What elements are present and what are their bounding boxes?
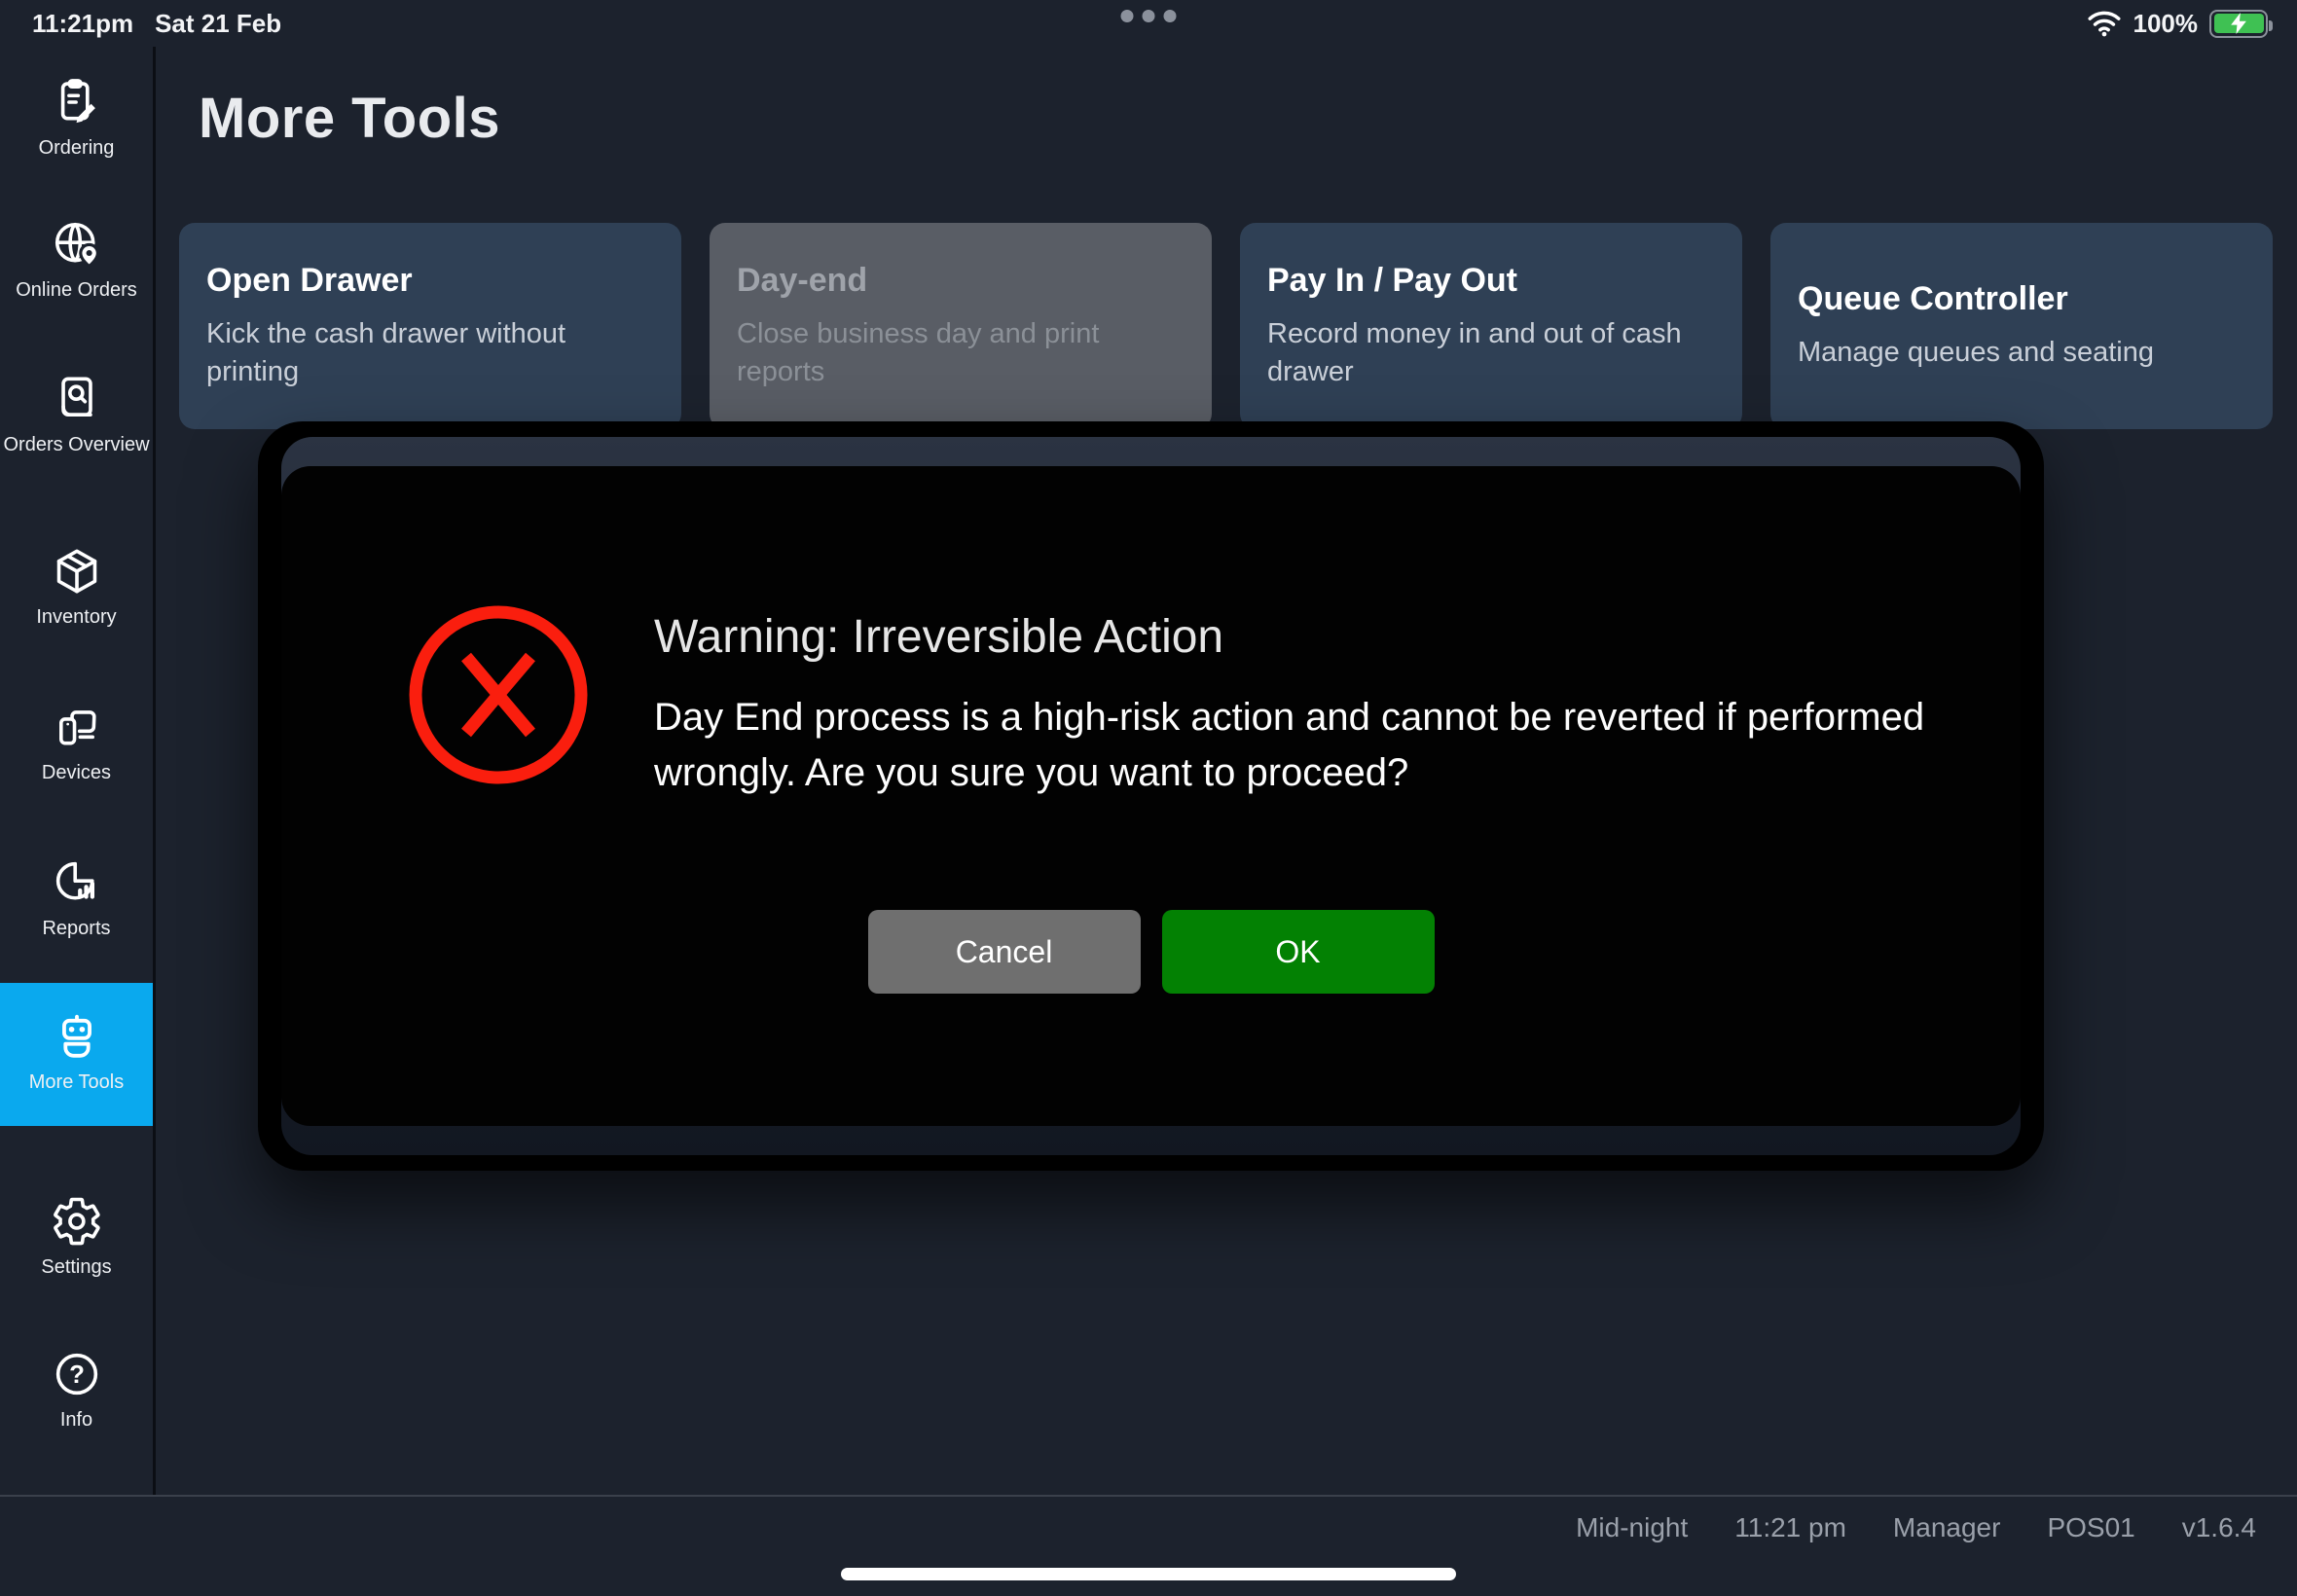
card-description: Kick the cash drawer without printing [206,315,625,391]
sidebar-item-label: Info [60,1409,92,1432]
card-title: Open Drawer [206,262,654,300]
footer-version: v1.6.4 [2182,1512,2256,1543]
clipboard-pencil-icon [51,76,103,128]
error-cross-circle-icon [406,602,591,787]
card-day-end[interactable]: Day-end Close business day and print rep… [710,223,1212,429]
svg-text:?: ? [69,1361,85,1389]
footer-shift: Mid-night [1576,1512,1688,1543]
tool-cards-row: Open Drawer Kick the cash drawer without… [179,223,2273,429]
package-box-icon [51,545,103,598]
dialog-buttons: Cancel OK [868,910,1435,994]
footer-bar: Mid-night 11:21 pm Manager POS01 v1.6.4 [0,1495,2297,1596]
card-queue-controller[interactable]: Queue Controller Manage queues and seati… [1770,223,2273,429]
sidebar-nav: Ordering Online Orders Orders Overview [0,47,156,1495]
footer-time: 11:21 pm [1734,1512,1846,1543]
multitasking-dots-icon[interactable] [1121,10,1177,22]
sidebar-item-label: Online Orders [16,279,137,302]
sidebar-item-more-tools[interactable]: More Tools [0,1010,153,1094]
sidebar-item-devices[interactable]: Devices [0,701,153,784]
robot-icon [51,1010,103,1063]
sidebar-item-label: Inventory [36,606,116,629]
card-open-drawer[interactable]: Open Drawer Kick the cash drawer without… [179,223,681,429]
sidebar-item-online-orders[interactable]: Online Orders [0,218,153,302]
globe-pin-icon [51,218,103,271]
sidebar-item-label: More Tools [29,1071,124,1094]
sidebar-item-label: Reports [42,918,110,940]
sidebar-item-label: Devices [42,762,111,784]
sidebar-item-settings[interactable]: Settings [0,1195,153,1279]
dialog-content: Warning: Irreversible Action Day End pro… [281,466,2021,1126]
card-title: Day-end [737,262,1185,300]
ok-button[interactable]: OK [1162,910,1435,994]
pos-app-screen: 11:21pm Sat 21 Feb 100% [0,0,2297,1596]
wifi-icon [2087,10,2122,37]
dialog-title: Warning: Irreversible Action [654,610,1223,664]
card-title: Pay In / Pay Out [1267,262,1715,300]
dialog-backdrop-card: Warning: Irreversible Action Day End pro… [281,437,2021,1155]
card-pay-in-pay-out[interactable]: Pay In / Pay Out Record money in and out… [1240,223,1742,429]
sidebar-item-inventory[interactable]: Inventory [0,545,153,629]
home-indicator[interactable] [841,1568,1456,1580]
battery-charging-icon [2209,10,2268,38]
battery-percent: 100% [2133,9,2199,39]
status-time: 11:21pm [32,9,133,39]
sidebar-item-label: Orders Overview [3,434,149,456]
question-circle-icon: ? [51,1348,103,1400]
book-magnifier-icon [51,373,103,425]
page-title: More Tools [199,86,500,151]
footer-user: Manager [1893,1512,2001,1543]
dialog-message: Day End process is a high-risk action an… [654,690,1958,801]
gear-icon [51,1195,103,1248]
status-bar: 11:21pm Sat 21 Feb 100% [0,0,2297,47]
status-date: Sat 21 Feb [155,9,281,39]
pie-bars-icon [51,856,103,909]
card-description: Record money in and out of cash drawer [1267,315,1686,391]
sidebar-item-orders-overview[interactable]: Orders Overview [0,373,153,456]
card-description: Manage queues and seating [1798,334,2216,372]
warning-dialog: Warning: Irreversible Action Day End pro… [258,421,2044,1171]
footer-terminal: POS01 [2047,1512,2134,1543]
card-title: Queue Controller [1798,280,2245,318]
cancel-button[interactable]: Cancel [868,910,1141,994]
card-description: Close business day and print reports [737,315,1155,391]
sidebar-item-label: Ordering [39,137,115,160]
phone-tablet-icon [51,701,103,753]
sidebar-item-ordering[interactable]: Ordering [0,76,153,160]
sidebar-item-info[interactable]: ? Info [0,1348,153,1432]
sidebar-item-label: Settings [41,1256,111,1279]
sidebar-item-reports[interactable]: Reports [0,856,153,940]
